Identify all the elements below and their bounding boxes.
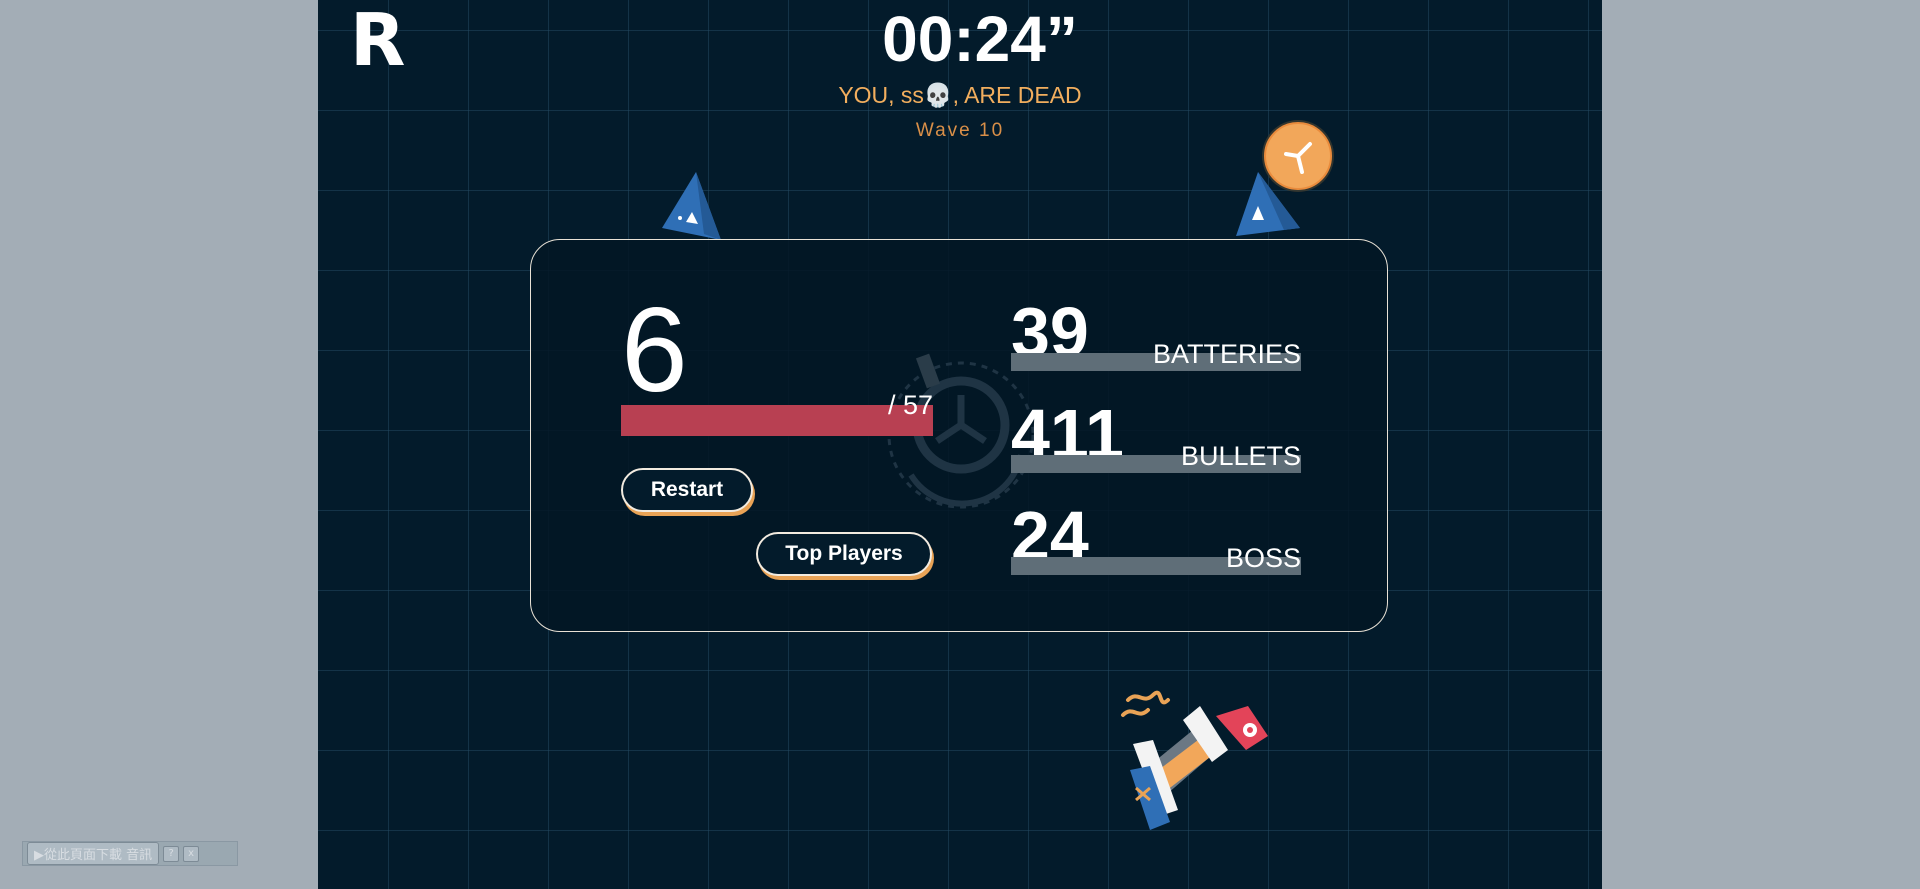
stat-bullets: 411 BULLETS xyxy=(1011,399,1301,489)
game-canvas[interactable]: R 00:24” YOU, ss💀, ARE DEAD Wave 10 6 / … xyxy=(318,0,1602,889)
download-audio-button[interactable]: ▶從此頁面下載 音訊 xyxy=(27,842,160,865)
orb-enemy-icon xyxy=(1262,120,1334,192)
help-icon[interactable]: ? xyxy=(163,845,180,862)
download-audio-toolbar: ▶從此頁面下載 音訊 ? x xyxy=(22,841,238,866)
stat-boss: 24 BOSS xyxy=(1011,501,1301,591)
stat-batteries: 39 BATTERIES xyxy=(1011,297,1301,387)
stat-label: BOSS xyxy=(1225,543,1301,573)
stat-label: BATTERIES xyxy=(1152,339,1301,369)
kills-total: / 57 xyxy=(887,390,933,420)
close-icon[interactable]: x xyxy=(183,845,200,862)
wave-indicator: Wave 10 xyxy=(915,120,1005,141)
stat-label: BULLETS xyxy=(1180,441,1301,471)
death-message: YOU, ss💀, ARE DEAD xyxy=(838,82,1082,108)
restart-button[interactable]: Restart xyxy=(621,468,753,512)
survival-timer: 00:24” xyxy=(882,3,1078,75)
enemy-ship-icon xyxy=(662,172,721,240)
player-ship-icon xyxy=(1121,690,1268,830)
kills-count: 6 xyxy=(621,283,688,417)
top-players-button[interactable]: Top Players xyxy=(756,532,932,576)
game-over-panel: 6 / 57 Restart Top Players 39 BATTERIES … xyxy=(530,239,1388,632)
download-audio-label: ▶從此頁面下載 音訊 xyxy=(34,848,153,863)
